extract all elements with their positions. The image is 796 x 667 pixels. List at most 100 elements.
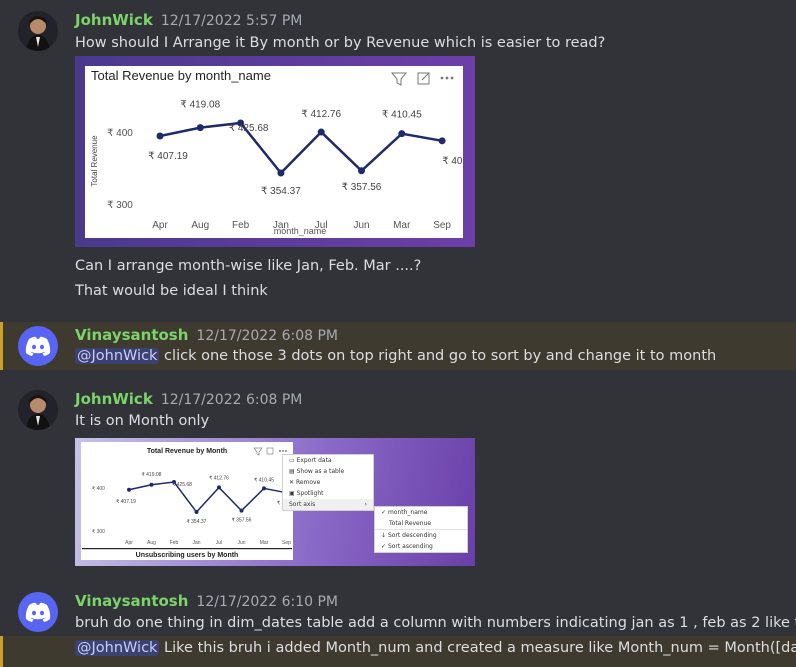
data-label: ₹ 419.08 <box>180 100 220 111</box>
submenu-item-total-revenue[interactable]: Total Revenue <box>375 518 467 529</box>
y-tick: ₹ 400 <box>107 128 133 139</box>
chart-title: Total Revenue by month_name <box>91 68 271 83</box>
chart-subtitle: Unsubscribing users by Month <box>136 552 239 559</box>
username[interactable]: JohnWick 12/17/2022 5:57 PM <box>75 11 302 29</box>
more-options-icon[interactable] <box>440 76 454 80</box>
revenue-line-chart-small: Total Revenue by Month ₹ 400 ₹ 300 Unsub… <box>82 447 292 559</box>
data-label: ₹ 407.19 <box>116 499 136 505</box>
message-1: JohnWick 12/17/2022 5:57 PM How should I … <box>0 0 796 322</box>
data-point[interactable] <box>196 124 204 132</box>
username[interactable]: Vinaysantosh 12/17/2022 6:10 PM <box>75 592 338 610</box>
x-tick: Mar <box>393 220 411 231</box>
data-point[interactable] <box>438 137 446 145</box>
message-2: Vinaysantosh 12/17/2022 6:08 PM @JohnWick… <box>0 322 796 370</box>
menu-item-remove[interactable]: ✕ Remove <box>283 477 373 488</box>
x-tick: Jan <box>192 540 200 546</box>
chart-image-1[interactable]: Total Revenue by month_name Total Revenu… <box>75 56 482 247</box>
data-point[interactable] <box>217 485 221 490</box>
revenue-line-chart: Total Revenue by month_name Total Revenu… <box>90 68 482 236</box>
chart-card: Total Revenue by month_name Total Revenu… <box>85 66 482 238</box>
data-label: ₹ 357.56 <box>232 518 252 524</box>
data-label: ₹ 425.68 <box>229 123 269 134</box>
avatar[interactable] <box>18 592 58 632</box>
message-text: @JohnWick click one those 3 dots on top … <box>75 348 717 364</box>
data-label: ₹ 354.37 <box>187 519 207 525</box>
x-tick: Mar <box>260 540 269 546</box>
timestamp: 12/17/2022 6:10 PM <box>196 594 338 610</box>
data-point[interactable] <box>277 169 285 177</box>
data-point[interactable] <box>358 167 365 175</box>
x-tick: Apr <box>125 540 133 546</box>
message-text: Can I arrange month-wise like Jan, Feb. … <box>75 258 422 274</box>
check-icon: ✓ <box>381 509 388 516</box>
x-tick: Jun <box>353 220 369 231</box>
data-point[interactable] <box>317 128 325 136</box>
data-point[interactable] <box>156 132 164 140</box>
filter-icon[interactable] <box>253 447 263 456</box>
data-label: ₹ 412.76 <box>301 109 341 120</box>
more-options-icon[interactable] <box>279 450 287 452</box>
y-tick: ₹ 400 <box>92 486 105 492</box>
x-tick: Aug <box>147 540 156 546</box>
timestamp: 12/17/2022 6:08 PM <box>160 392 303 408</box>
data-label: ₹ 400.26 <box>442 156 463 167</box>
data-label: ₹ 410.45 <box>254 477 274 483</box>
focus-mode-icon[interactable] <box>417 72 430 85</box>
y-tick: ₹ 300 <box>92 529 105 535</box>
timestamp: 12/17/2022 5:57 PM <box>160 13 303 29</box>
chart-title: Total Revenue by Month <box>147 448 227 455</box>
x-tick: Feb <box>232 220 250 231</box>
x-tick: Apr <box>152 220 168 231</box>
avatar[interactable] <box>18 390 58 430</box>
chart-card: Total Revenue by Month ₹ 400 ₹ 300 Unsub… <box>81 442 293 560</box>
filter-icon[interactable] <box>390 72 408 86</box>
data-label: ₹ 357.56 <box>342 182 382 193</box>
data-point[interactable] <box>398 130 406 138</box>
timestamp: 12/17/2022 6:08 PM <box>196 328 338 344</box>
sort-descending-icon: ↓ <box>381 532 388 539</box>
chevron-right-icon: › <box>364 501 367 508</box>
check-icon: ✓ <box>381 543 388 550</box>
avatar[interactable] <box>18 326 58 366</box>
x-tick: Jan <box>273 220 289 231</box>
data-point[interactable] <box>239 508 244 513</box>
username[interactable]: JohnWick 12/17/2022 6:08 PM <box>75 390 302 408</box>
menu-item-export-data[interactable]: ▭ Export data <box>283 455 373 466</box>
x-tick: Aug <box>191 220 209 231</box>
data-point[interactable] <box>194 510 199 514</box>
spotlight-icon: ▣ <box>289 490 297 497</box>
sort-submenu: ✓ month_name Total Revenue ↓ Sort descen… <box>374 506 468 553</box>
x-tick: Sep <box>282 540 291 546</box>
data-point[interactable] <box>262 486 266 491</box>
y-tick: ₹ 300 <box>107 200 133 211</box>
x-tick: Jun <box>237 540 245 546</box>
focus-mode-icon[interactable] <box>266 447 274 455</box>
x-tick: Jul <box>315 220 328 231</box>
data-label: ₹ 412.76 <box>209 475 229 481</box>
menu-item-spotlight[interactable]: ▣ Spotlight <box>283 488 373 499</box>
message-4: Vinaysantosh 12/17/2022 6:10 PM bruh do o… <box>0 580 796 636</box>
submenu-item-month-name[interactable]: ✓ month_name <box>375 507 467 518</box>
chart-image-2[interactable]: Total Revenue by Month ₹ 400 ₹ 300 Unsub… <box>75 438 475 566</box>
data-label: ₹ 354.37 <box>261 186 301 197</box>
data-point[interactable] <box>149 482 154 487</box>
data-point[interactable] <box>127 487 131 492</box>
menu-item-show-as-table[interactable]: ▤ Show as a table <box>283 466 373 477</box>
message-text: bruh do one thing in dim_dates table add… <box>75 615 796 631</box>
avatar[interactable] <box>18 11 58 51</box>
user-mention[interactable]: @JohnWick <box>75 348 160 364</box>
export-icon: ▭ <box>289 457 297 464</box>
data-label: ₹ 407.19 <box>148 151 188 162</box>
x-tick: Jul <box>216 540 222 546</box>
submenu-item-sort-ascending[interactable]: ✓ Sort ascending <box>375 541 467 552</box>
context-menu: ▭ Export data ▤ Show as a table ✕ Remove… <box>282 454 374 511</box>
x-tick: Feb <box>170 540 179 546</box>
user-mention[interactable]: @JohnWick <box>75 640 160 656</box>
message-text: It is on Month only <box>75 413 210 429</box>
data-label: ₹ 419.08 <box>142 472 162 478</box>
data-label: ₹ 410.45 <box>382 110 422 121</box>
submenu-item-sort-descending[interactable]: ↓ Sort descending <box>375 529 467 541</box>
menu-item-sort-axis[interactable]: Sort axis › <box>283 499 373 510</box>
username[interactable]: Vinaysantosh 12/17/2022 6:08 PM <box>75 326 338 344</box>
message-5: @JohnWick Like this bruh i added Month_n… <box>0 636 796 667</box>
